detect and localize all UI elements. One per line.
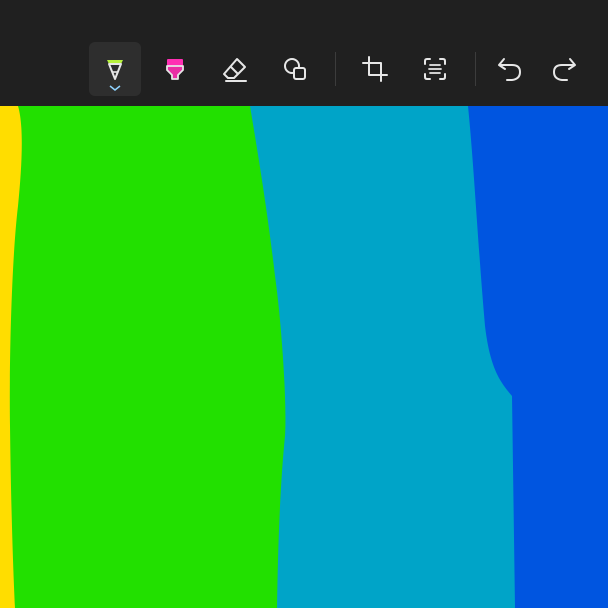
drawing-toolbar: [0, 0, 608, 106]
drawing-canvas[interactable]: [0, 106, 608, 608]
toolbar-divider: [475, 52, 476, 86]
shapes-icon: [284, 58, 306, 80]
crop-icon: [362, 56, 388, 82]
pen-tool-button[interactable]: [89, 42, 141, 96]
crop-tool-button[interactable]: [349, 42, 401, 96]
canvas-drawing: [0, 106, 608, 608]
text-scan-icon: [424, 58, 446, 80]
toolbar-divider: [335, 52, 336, 86]
highlighter-tool-button[interactable]: [149, 42, 201, 96]
pen-icon: [107, 60, 123, 80]
undo-button[interactable]: [484, 42, 536, 96]
highlighter-icon: [166, 59, 184, 80]
shapes-tool-button[interactable]: [269, 42, 321, 96]
chevron-down-icon[interactable]: [109, 85, 121, 91]
eraser-icon: [223, 58, 247, 82]
eraser-tool-button[interactable]: [209, 42, 261, 96]
undo-icon: [498, 58, 522, 81]
green-stroke: [0, 106, 286, 608]
redo-button[interactable]: [538, 42, 590, 96]
redo-icon: [552, 58, 576, 81]
text-extract-tool-button[interactable]: [409, 42, 461, 96]
